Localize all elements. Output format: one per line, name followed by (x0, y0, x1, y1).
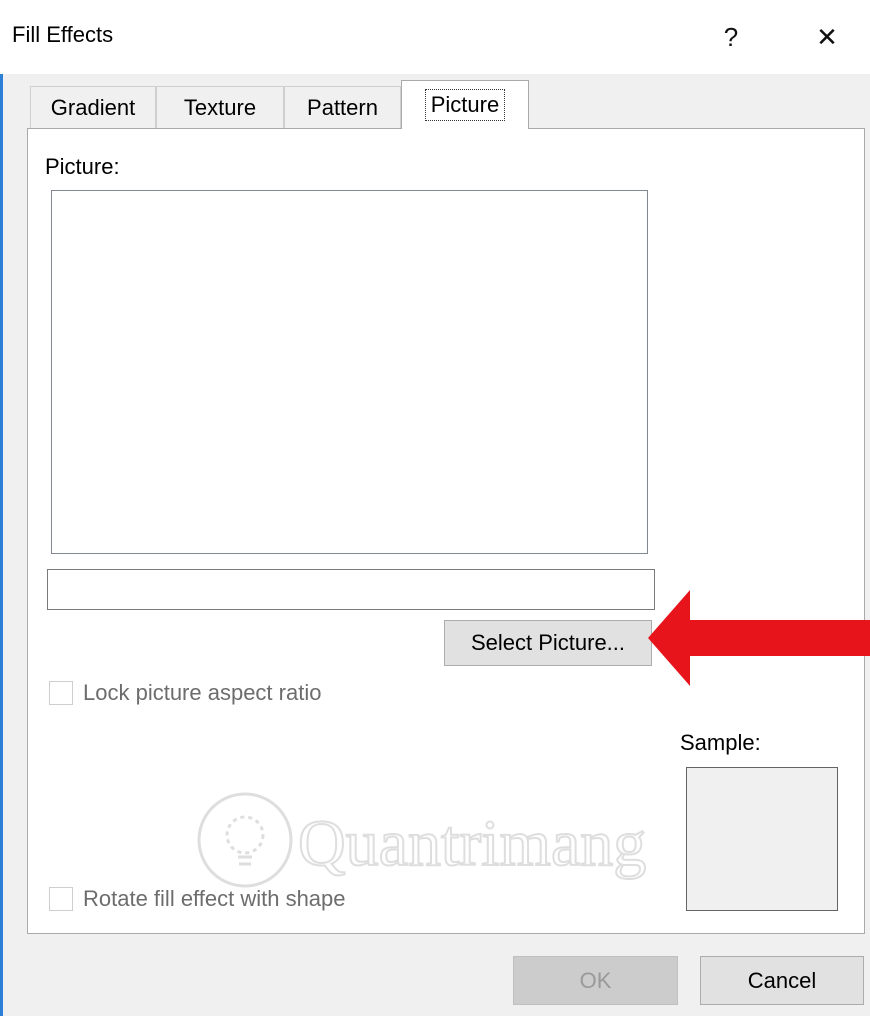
lock-aspect-ratio-checkbox[interactable] (49, 681, 73, 705)
tab-pattern[interactable]: Pattern (284, 86, 401, 128)
tab-label: Picture (424, 89, 506, 121)
title-bar: Fill Effects ? ✕ (0, 0, 870, 74)
tab-label: Pattern (307, 94, 378, 120)
ok-button[interactable]: OK (513, 956, 678, 1005)
select-picture-button[interactable]: Select Picture... (444, 620, 652, 666)
close-button[interactable]: ✕ (802, 14, 852, 60)
picture-label: Picture: (45, 154, 120, 179)
rotate-fill-option[interactable]: Rotate fill effect with shape (49, 886, 346, 912)
tab-picture[interactable]: Picture (401, 80, 529, 129)
red-arrow-left-icon (648, 590, 870, 686)
tab-label: Gradient (50, 94, 136, 120)
tab-gradient[interactable]: Gradient (30, 86, 156, 128)
lock-aspect-ratio-label: Lock picture aspect ratio (83, 680, 322, 705)
help-button[interactable]: ? (706, 14, 756, 60)
help-icon: ? (723, 21, 739, 52)
close-icon: ✕ (816, 21, 838, 52)
rotate-fill-checkbox[interactable] (49, 887, 73, 911)
sample-preview (686, 767, 838, 911)
window-accent-border (0, 0, 3, 1016)
picture-preview (51, 190, 648, 554)
window-title: Fill Effects (12, 22, 114, 47)
lock-aspect-ratio-option[interactable]: Lock picture aspect ratio (49, 680, 321, 706)
tab-label: Texture (183, 94, 257, 120)
sample-label: Sample: (680, 730, 761, 755)
fill-effects-dialog: Fill Effects ? ✕ Gradient Texture Patter… (0, 0, 870, 1016)
cancel-button[interactable]: Cancel (700, 956, 864, 1005)
picture-path-field[interactable] (47, 569, 655, 610)
rotate-fill-label: Rotate fill effect with shape (83, 886, 346, 911)
tab-texture[interactable]: Texture (156, 86, 284, 128)
